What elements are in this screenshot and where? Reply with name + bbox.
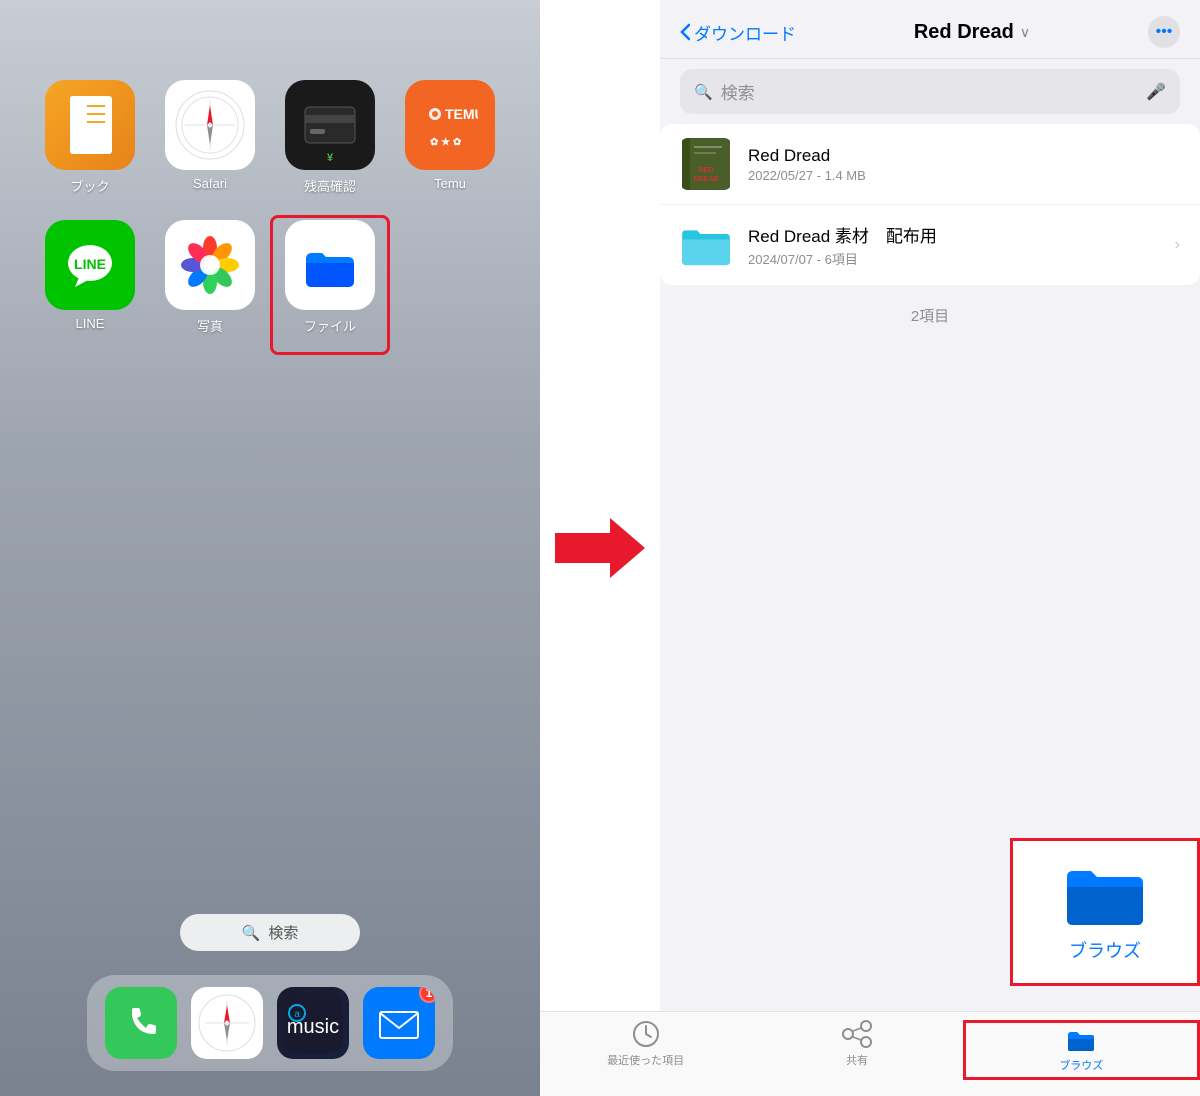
browse-large-label: ブラウズ	[1069, 937, 1141, 963]
files-app: ダウンロード Red Dread ∨ ••• 🔍 検索 🎤 RE	[660, 0, 1200, 1096]
tab-browse-label: ブラウズ	[1059, 1057, 1103, 1073]
app-book[interactable]: ブック	[35, 80, 145, 210]
back-button[interactable]: ダウンロード	[680, 20, 796, 45]
app-safari-label: Safari	[193, 176, 227, 191]
file-name: Red Dread	[748, 146, 1180, 166]
right-arrow-icon	[555, 513, 645, 583]
tab-shared-label: 共有	[846, 1052, 868, 1068]
file-list: RED DREAD Red Dread 2022/05/27 - 1.4 MB	[660, 124, 1200, 285]
content-area: 2項目 ブラウズ	[660, 285, 1200, 1096]
file-info-red-dread-folder: Red Dread 素材 配布用 2024/07/07 - 6項目	[748, 222, 1159, 268]
svg-text:DREAD: DREAD	[694, 176, 719, 183]
file-item-red-dread-folder[interactable]: Red Dread 素材 配布用 2024/07/07 - 6項目 ›	[660, 205, 1200, 285]
app-line[interactable]: LINE LINE	[35, 220, 145, 350]
items-count: 2項目	[660, 305, 1200, 326]
chevron-down-icon[interactable]: ∨	[1020, 24, 1030, 41]
app-line-label: LINE	[76, 316, 105, 331]
file-icon-book: RED DREAD	[680, 138, 732, 190]
browse-large-folder-icon	[1065, 861, 1145, 931]
dock-safari[interactable]	[191, 987, 263, 1059]
file-name-folder: Red Dread 素材 配布用	[748, 222, 1159, 247]
file-icon-folder	[680, 219, 732, 271]
app-zandaka[interactable]: ¥ 残高確認	[275, 80, 385, 210]
empty-slot	[395, 220, 505, 350]
tab-recent[interactable]: 最近使った項目	[540, 1020, 751, 1076]
ellipsis-icon: •••	[1156, 23, 1173, 41]
app-zandaka-label: 残高確認	[304, 176, 356, 195]
dock-music[interactable]: music a	[277, 987, 349, 1059]
iphone-home-screen: ブック Safari	[0, 0, 540, 1096]
file-info-red-dread: Red Dread 2022/05/27 - 1.4 MB	[748, 146, 1180, 183]
search-input[interactable]: 検索	[721, 79, 1138, 104]
app-files-label: ファイル	[304, 316, 356, 335]
dock: music a 1	[87, 975, 453, 1071]
dock-mail[interactable]: 1	[363, 987, 435, 1059]
nav-title-area: Red Dread ∨	[914, 21, 1030, 44]
svg-text:✿ ★ ✿: ✿ ★ ✿	[430, 137, 462, 148]
tab-recent-label: 最近使った項目	[607, 1052, 684, 1068]
search-icon: 🔍	[694, 83, 713, 101]
app-book-label: ブック	[70, 176, 109, 195]
app-safari[interactable]: Safari	[155, 80, 265, 210]
home-search-label: 検索	[268, 922, 298, 943]
more-button[interactable]: •••	[1148, 16, 1180, 48]
clock-icon	[632, 1020, 660, 1048]
browse-folder-icon	[1067, 1027, 1095, 1053]
tab-bar: 最近使った項目 共有 ブラウズ	[540, 1011, 1200, 1096]
tab-shared[interactable]: 共有	[751, 1020, 962, 1076]
file-meta-folder: 2024/07/07 - 6項目	[748, 249, 1159, 268]
shared-icon	[842, 1020, 872, 1048]
svg-text:a: a	[294, 1009, 300, 1020]
app-photos-label: 写真	[197, 316, 223, 335]
tab-browse[interactable]: ブラウズ	[963, 1020, 1200, 1080]
app-grid: ブック Safari	[15, 60, 525, 370]
home-search-button[interactable]: 🔍 検索	[180, 914, 360, 951]
svg-text:TEMU: TEMU	[445, 106, 478, 122]
nav-bar: ダウンロード Red Dread ∨ •••	[660, 0, 1200, 59]
app-temu-label: Temu	[434, 176, 466, 191]
chevron-right-icon: ›	[1175, 236, 1180, 254]
svg-text:LINE: LINE	[74, 256, 106, 272]
arrow-container	[540, 0, 660, 1096]
file-meta: 2022/05/27 - 1.4 MB	[748, 168, 1180, 183]
file-item-red-dread[interactable]: RED DREAD Red Dread 2022/05/27 - 1.4 MB	[660, 124, 1200, 205]
app-photos[interactable]: 写真	[155, 220, 265, 350]
dock-phone[interactable]	[105, 987, 177, 1059]
browse-large-panel: ブラウズ	[1010, 838, 1200, 986]
microphone-icon[interactable]: 🎤	[1146, 82, 1166, 102]
app-temu[interactable]: TEMU ✿ ★ ✿ Temu	[395, 80, 505, 210]
svg-text:RED: RED	[699, 167, 714, 174]
back-label: ダウンロード	[694, 20, 796, 45]
app-files[interactable]: ファイル	[275, 220, 385, 350]
nav-title: Red Dread	[914, 21, 1014, 44]
chevron-left-icon	[680, 23, 690, 41]
search-bar[interactable]: 🔍 検索 🎤	[680, 69, 1180, 114]
search-icon: 🔍	[242, 924, 261, 942]
